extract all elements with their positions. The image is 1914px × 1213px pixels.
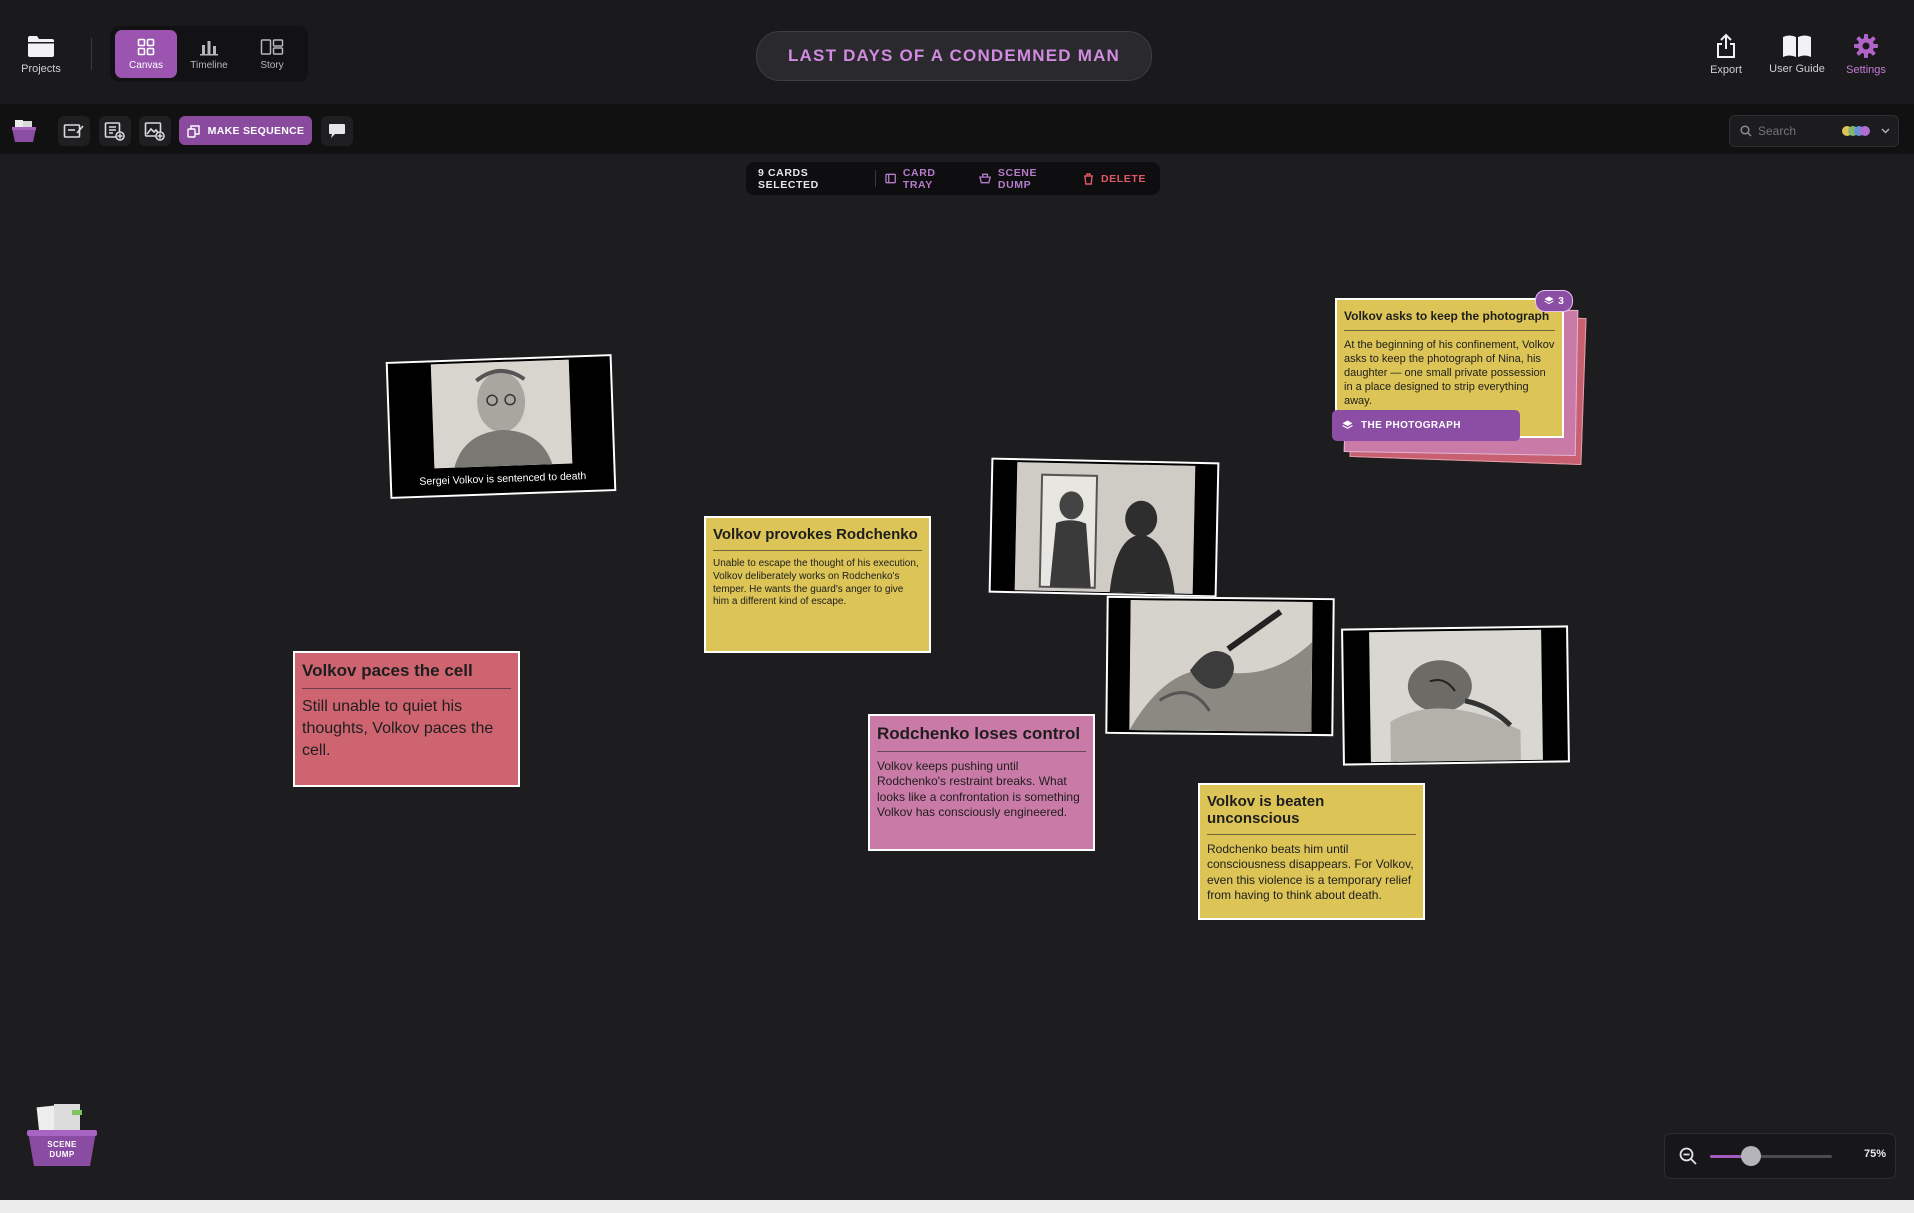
card-tray-button[interactable]: CARD TRAY (884, 166, 965, 191)
card-body: Volkov keeps pushing until Rodchenko's r… (877, 759, 1080, 820)
canvas-area[interactable] (0, 154, 1914, 1200)
image-card-struggle[interactable] (1105, 595, 1335, 737)
user-guide-button[interactable]: User Guide (1762, 30, 1832, 78)
tray-icon (884, 173, 896, 184)
project-title-text: LAST DAYS OF A CONDEMNED MAN (787, 46, 1121, 65)
projects-button[interactable]: Projects (14, 30, 68, 78)
search-icon (1740, 125, 1752, 137)
settings-label: Settings (1846, 63, 1886, 76)
sketch-struggle-image (1129, 600, 1313, 732)
projects-label: Projects (21, 62, 61, 75)
card-title: Volkov provokes Rodchenko (713, 526, 918, 543)
view-mode-switcher: Canvas Timeline Story (110, 26, 308, 82)
card-title: Volkov asks to keep the photograph (1344, 309, 1550, 323)
card-body: Rodchenko beats him until consciousness … (1207, 842, 1414, 903)
add-image-button[interactable] (139, 116, 171, 146)
story-icon (260, 38, 284, 55)
color-dot-purple (1860, 126, 1870, 136)
search-input[interactable]: Search (1758, 124, 1796, 138)
zoom-control: 75% (1664, 1133, 1896, 1179)
export-button[interactable]: Export (1703, 30, 1749, 78)
zoom-slider[interactable] (1710, 1146, 1832, 1166)
card-title: Volkov paces the cell (302, 661, 473, 680)
tab-canvas[interactable]: Canvas (115, 30, 177, 78)
new-note-button[interactable] (99, 116, 131, 146)
comment-button[interactable] (321, 116, 353, 146)
layers-icon (1342, 420, 1353, 429)
image-add-icon (144, 122, 165, 141)
sequence-tag-label: THE PHOTOGRAPH (1361, 420, 1461, 431)
card-body: At the beginning of his confinement, Vol… (1344, 339, 1555, 408)
chevron-down-icon[interactable] (1881, 128, 1890, 134)
make-sequence-button[interactable]: MAKE SEQUENCE (179, 116, 312, 145)
settings-button[interactable]: Settings (1842, 30, 1890, 78)
delete-button[interactable]: DELETE (1083, 173, 1146, 185)
scene-dump-widget-label: SCENE DUMP (24, 1140, 100, 1160)
selection-bar: 9 CARDS SELECTED CARD TRAY SCENE DUMP DE… (746, 162, 1160, 195)
scene-dump-widget[interactable]: SCENE DUMP (24, 1104, 100, 1168)
card-paces-cell[interactable]: Volkov paces the cell Still unable to qu… (293, 651, 520, 787)
grid-icon (137, 38, 155, 55)
zoom-slider-handle[interactable] (1741, 1146, 1762, 1166)
scene-dump-toggle[interactable] (8, 116, 40, 146)
layers-icon (1544, 296, 1554, 305)
book-icon (1783, 35, 1811, 57)
card-title: Rodchenko loses control (877, 724, 1081, 743)
sketch-doorway-image (1014, 462, 1196, 594)
sketch-unconscious-image (1369, 629, 1543, 763)
image-card-doorway[interactable] (988, 457, 1220, 598)
basket-icon (978, 173, 991, 184)
comment-icon (329, 124, 345, 138)
bottom-edge (0, 1200, 1914, 1213)
image-card-unconscious[interactable] (1341, 625, 1570, 766)
stack-count: 3 (1558, 295, 1564, 307)
make-sequence-label: MAKE SEQUENCE (207, 124, 305, 137)
stack-count-badge[interactable]: 3 (1535, 290, 1573, 312)
card-body: Still unable to quiet his thoughts, Volk… (302, 698, 494, 760)
card-provokes-rodchenko[interactable]: Volkov provokes Rodchenko Unable to esca… (704, 516, 931, 653)
gear-icon (1854, 33, 1878, 58)
new-card-icon (63, 124, 84, 138)
project-title[interactable]: LAST DAYS OF A CONDEMNED MAN (756, 31, 1152, 81)
sketch-portrait-image (430, 359, 573, 469)
header-divider (91, 38, 92, 70)
zoom-percentage: 75% (1863, 1148, 1886, 1160)
sequence-icon (186, 124, 200, 138)
tab-story[interactable]: Story (241, 30, 303, 78)
selection-count: 9 CARDS SELECTED (758, 166, 819, 191)
scene-dump-line-1: SCENE (47, 1140, 77, 1149)
scene-dump-label: SCENE DUMP (997, 166, 1038, 191)
zoom-out-icon[interactable] (1679, 1147, 1697, 1165)
card-tray-label: CARD TRAY (902, 166, 936, 191)
delete-label: DELETE (1100, 172, 1146, 185)
bar-chart-icon (200, 40, 218, 55)
card-beaten-unconscious[interactable]: Volkov is beaten unconscious Rodchenko b… (1198, 783, 1425, 920)
tab-story-label: Story (260, 59, 284, 71)
tab-timeline[interactable]: Timeline (178, 30, 240, 78)
note-add-icon (104, 122, 125, 141)
image-card-sentenced[interactable]: Sergei Volkov is sentenced to death (385, 354, 617, 499)
tab-canvas-label: Canvas (129, 59, 163, 71)
scene-dump-line-2: DUMP (49, 1150, 75, 1159)
search-box[interactable]: Search (1729, 115, 1899, 147)
color-filter[interactable] (1842, 126, 1872, 136)
folder-icon (28, 35, 54, 57)
sequence-tag[interactable]: THE PHOTOGRAPH (1332, 410, 1520, 441)
card-rodchenko-loses-control[interactable]: Rodchenko loses control Volkov keeps pus… (868, 714, 1095, 851)
share-icon (1717, 33, 1735, 58)
scene-dump-button[interactable]: SCENE DUMP (978, 166, 1069, 191)
card-title: Volkov is beaten unconscious (1207, 793, 1325, 827)
tab-timeline-label: Timeline (190, 59, 228, 71)
export-label: Export (1710, 63, 1742, 76)
selection-divider (874, 170, 876, 187)
image-caption: Sergei Volkov is sentenced to death (419, 470, 587, 488)
new-card-button[interactable] (58, 116, 90, 146)
user-guide-label: User Guide (1769, 62, 1825, 75)
basket-icon (12, 120, 36, 142)
card-body: Unable to escape the thought of his exec… (713, 558, 919, 608)
trash-icon (1083, 172, 1093, 185)
